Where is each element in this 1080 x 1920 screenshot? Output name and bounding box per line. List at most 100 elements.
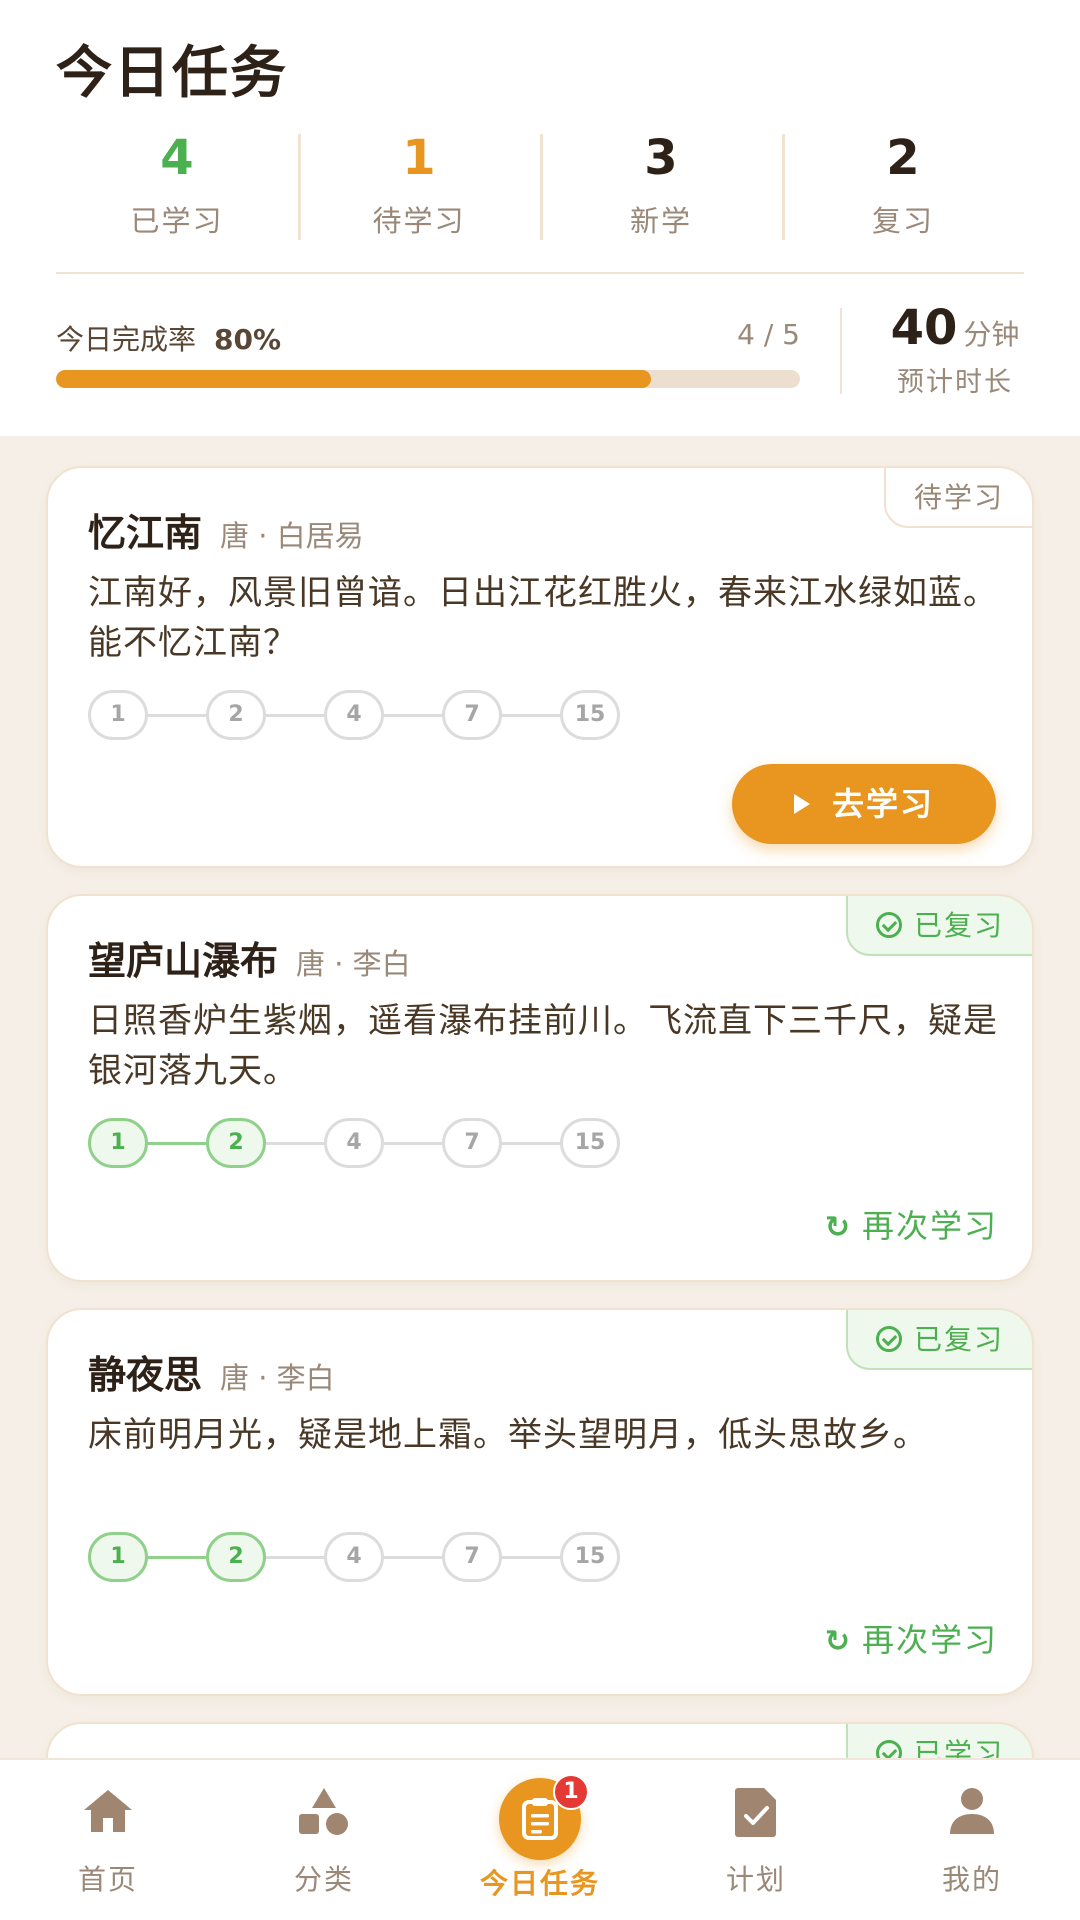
status-badge: 待学习 <box>883 468 1032 528</box>
poem-title-text: 静夜思 <box>88 1353 203 1397</box>
check-circle-icon <box>875 912 902 938</box>
go-study-label: 去学习 <box>831 785 934 823</box>
review-step: 4 <box>324 1118 384 1168</box>
poem-title-text: 望庐山瀑布 <box>88 939 279 983</box>
poem-author: 唐 · 白居易 <box>220 519 364 553</box>
step-connector <box>266 713 324 717</box>
completion-progress-bar <box>56 370 800 388</box>
poem-text: 江南好，风景旧曾谙。日出江花红胜火，春来江水绿如蓝。能不忆江南？ <box>88 573 998 663</box>
duration-divider <box>840 308 842 394</box>
review-step: 2 <box>206 1532 266 1582</box>
nav-item-home[interactable]: 首页 <box>0 1760 216 1920</box>
status-badge: 已复习 <box>845 896 1032 956</box>
stats-row: 4 已学习 1 待学习 3 新学 2 复习 <box>56 130 1024 242</box>
stat-review[interactable]: 2 复习 <box>782 130 1024 242</box>
go-study-button[interactable]: 去学习 <box>732 764 996 844</box>
page-title: 今日任务 <box>56 41 288 106</box>
stat-new-label: 新学 <box>629 204 692 238</box>
play-icon <box>793 794 810 814</box>
stat-new-value: 3 <box>644 130 678 186</box>
notification-badge: 1 <box>553 1774 589 1810</box>
nav-label: 分类 <box>293 1863 354 1896</box>
stat-review-label: 复习 <box>871 204 934 238</box>
stat-new[interactable]: 3 新学 <box>540 130 782 242</box>
step-connector <box>502 713 560 717</box>
nav-label: 首页 <box>77 1863 138 1896</box>
completion-rate: 今日完成率 80% <box>56 318 281 358</box>
poem-title: 望庐山瀑布唐 · 李白 <box>88 930 411 985</box>
review-step: 15 <box>560 1532 620 1582</box>
poem-card[interactable]: 待学习 忆江南唐 · 白居易 江南好，风景旧曾谙。日出江花红胜火，春来江水绿如蓝… <box>46 466 1034 868</box>
poem-card[interactable]: 已复习 望庐山瀑布唐 · 李白 日照香炉生紫烟，遥看瀑布挂前川。飞流直下三千尺，… <box>46 894 1034 1282</box>
study-again-label: 再次学习 <box>861 1621 998 1659</box>
refresh-icon: ↻ <box>824 1210 852 1245</box>
step-connector <box>266 1555 324 1559</box>
stat-learned-label: 已学习 <box>130 204 224 238</box>
status-badge: 已复习 <box>845 1310 1032 1370</box>
review-step: 2 <box>206 1118 266 1168</box>
bottom-nav: 首页 分类 1 今日任务 计划 我的 <box>0 1758 1080 1920</box>
nav-item-profile[interactable]: 我的 <box>864 1760 1080 1920</box>
stat-pending[interactable]: 1 待学习 <box>298 130 540 242</box>
step-connector <box>384 713 442 717</box>
app-screen: 今日任务 4 已学习 1 待学习 3 新学 2 复习 今日完成率 80% 4 / … <box>0 0 1080 1920</box>
duration-value: 40 <box>890 300 958 356</box>
completion-count: 4 / 5 <box>737 318 800 351</box>
profile-icon <box>946 1786 998 1843</box>
nav-item-plan[interactable]: 计划 <box>648 1760 864 1920</box>
step-connector <box>384 1555 442 1559</box>
status-badge-label: 待学习 <box>913 481 1004 514</box>
header-divider <box>56 272 1024 274</box>
review-step: 7 <box>442 1532 502 1582</box>
plan-icon <box>732 1786 780 1845</box>
estimated-duration: 40 分钟 预计时长 <box>870 300 1040 399</box>
stat-pending-value: 1 <box>402 130 436 186</box>
step-connector <box>384 1141 442 1145</box>
completion-progress-fill <box>56 370 652 388</box>
stat-learned[interactable]: 4 已学习 <box>56 130 298 242</box>
poem-text: 床前明月光，疑是地上霜。举头望明月，低头思故乡。 <box>88 1415 928 1455</box>
home-icon <box>80 1786 136 1843</box>
step-connector <box>502 1141 560 1145</box>
review-step: 4 <box>324 1532 384 1582</box>
stat-review-value: 2 <box>886 130 920 186</box>
review-step: 15 <box>560 690 620 740</box>
completion-rate-percent: 80% <box>214 323 282 356</box>
refresh-icon: ↻ <box>824 1624 852 1659</box>
summary-header: 今日任务 4 已学习 1 待学习 3 新学 2 复习 今日完成率 80% 4 / … <box>0 0 1080 436</box>
poem-author: 唐 · 李白 <box>220 1361 335 1395</box>
duration-unit: 分钟 <box>963 318 1020 351</box>
poem-author: 唐 · 李白 <box>296 947 411 981</box>
stat-pending-label: 待学习 <box>372 204 466 238</box>
review-step: 15 <box>560 1118 620 1168</box>
review-steps: 1 2 4 7 15 <box>88 1532 620 1582</box>
nav-label: 今日任务 <box>479 1867 600 1900</box>
step-connector <box>148 1555 206 1559</box>
review-step: 1 <box>88 690 148 740</box>
review-step: 2 <box>206 690 266 740</box>
review-step: 1 <box>88 1532 148 1582</box>
nav-label: 计划 <box>725 1863 786 1896</box>
study-again-button[interactable]: ↻ 再次学习 <box>798 1198 998 1254</box>
stat-learned-value: 4 <box>160 130 194 186</box>
step-connector <box>148 1141 206 1145</box>
poem-text: 日照香炉生紫烟，遥看瀑布挂前川。飞流直下三千尺，疑是银河落九天。 <box>88 1001 998 1091</box>
nav-item-category[interactable]: 分类 <box>216 1760 432 1920</box>
check-circle-icon <box>875 1326 902 1352</box>
task-clipboard-icon: 1 <box>499 1774 589 1860</box>
poem-card[interactable]: 已复习 静夜思唐 · 李白 床前明月光，疑是地上霜。举头望明月，低头思故乡。 1… <box>46 1308 1034 1696</box>
poem-title: 静夜思唐 · 李白 <box>88 1344 335 1399</box>
nav-item-today-tasks[interactable]: 1 今日任务 <box>432 1760 648 1920</box>
review-step: 7 <box>442 1118 502 1168</box>
step-connector <box>148 713 206 717</box>
study-again-button[interactable]: ↻ 再次学习 <box>798 1612 998 1668</box>
step-connector <box>502 1555 560 1559</box>
nav-label: 我的 <box>941 1863 1002 1896</box>
review-step: 4 <box>324 690 384 740</box>
step-connector <box>266 1141 324 1145</box>
duration-label: 预计时长 <box>897 367 1013 398</box>
category-icon <box>295 1786 353 1845</box>
completion-rate-label: 今日完成率 <box>56 323 197 356</box>
review-steps: 1 2 4 7 15 <box>88 690 620 740</box>
review-step: 7 <box>442 690 502 740</box>
